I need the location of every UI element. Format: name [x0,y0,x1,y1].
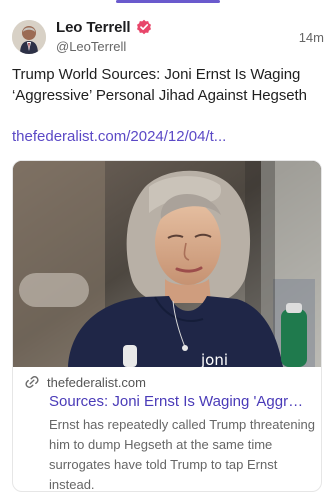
post-header: Leo Terrell @LeoTerrell 14m [12,18,324,58]
preview-photo: joni [13,161,321,367]
link-preview-meta: thefederalist.com Sources: Joni Ernst Is… [25,374,315,491]
link-icon [25,375,39,389]
author-name[interactable]: Leo Terrell [56,19,131,36]
author-avatar[interactable] [12,20,46,54]
author-block[interactable]: Leo Terrell @LeoTerrell [56,18,152,54]
avatar-image [12,20,46,54]
verified-badge-icon [136,19,152,35]
domain-row: thefederalist.com [25,374,311,390]
author-handle[interactable]: @LeoTerrell [56,39,152,54]
preview-description: Ernst has repeatedly called Trump threat… [49,417,315,492]
link-preview-image[interactable]: joni [13,161,321,367]
preview-title[interactable]: Sources: Joni Ernst Is Waging 'Aggres... [49,393,311,411]
post-timestamp: 14m [298,30,324,45]
preview-domain: thefederalist.com [47,374,146,390]
post-url-link[interactable]: thefederalist.com/2024/12/04/t... [12,128,226,145]
author-name-row: Leo Terrell [56,18,152,36]
active-tab-indicator [116,0,220,3]
post-text: Trump World Sources: Joni Ernst Is Wagin… [12,66,307,104]
post-view: Leo Terrell @LeoTerrell 14m Trump World … [0,0,336,500]
link-preview-card[interactable]: joni thefederalist.com Sources: Joni Ern… [12,160,322,492]
shirt-logo-text: joni [200,351,228,367]
